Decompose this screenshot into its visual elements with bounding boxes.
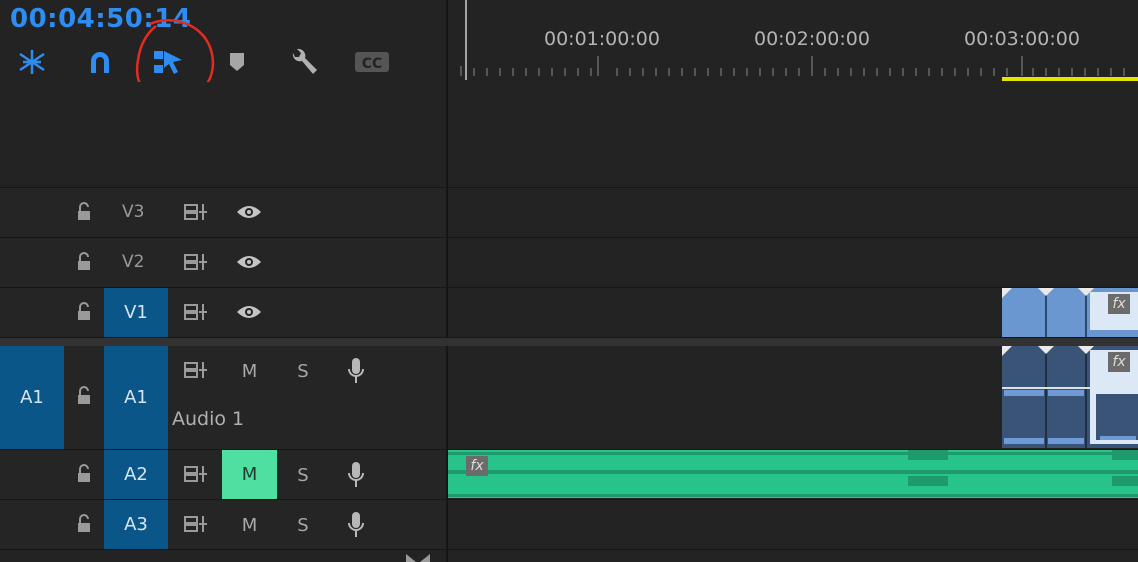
ruler-label-1min: 00:01:00:00 (544, 28, 660, 50)
lock-icon[interactable] (72, 512, 96, 536)
track-lane-v3[interactable] (448, 188, 1138, 238)
microphone-icon[interactable] (344, 510, 368, 540)
track-lane-v2[interactable] (448, 238, 1138, 288)
timeline-settings-button[interactable] (286, 44, 322, 80)
timeline-bottom-area[interactable] (448, 550, 1138, 562)
insert-sequences-as-nests-button[interactable] (14, 44, 50, 80)
lock-icon[interactable] (72, 250, 96, 274)
lock-icon[interactable] (72, 462, 96, 486)
video-clip[interactable]: fx (1002, 288, 1138, 337)
track-header-spacer (0, 82, 446, 188)
snap-button[interactable] (82, 44, 118, 80)
magnet-icon (91, 52, 109, 73)
track-lane-v1[interactable]: fx (448, 288, 1138, 338)
timeline-empty-area[interactable] (448, 82, 1138, 188)
track-name-a1: Audio 1 (172, 408, 245, 430)
track-lane-a2[interactable]: fx (448, 450, 1138, 500)
microphone-icon[interactable] (344, 460, 368, 490)
track-header-a2[interactable]: A2 M S (0, 450, 446, 500)
fx-badge[interactable]: fx (1108, 352, 1130, 372)
audio-clip-a1[interactable]: fx (1002, 346, 1138, 448)
fx-badge[interactable]: fx (1108, 294, 1130, 314)
nest-icon (19, 50, 45, 74)
sync-lock-icon[interactable] (182, 300, 210, 324)
track-header-v3[interactable]: V3 (0, 188, 446, 238)
eye-icon[interactable] (234, 200, 264, 224)
track-header-v2[interactable]: V2 (0, 238, 446, 288)
lock-icon[interactable] (72, 200, 96, 224)
solo-button-a2[interactable]: S (278, 460, 328, 490)
captions-button[interactable]: CC (354, 44, 390, 80)
closed-captions-icon: CC (355, 52, 389, 72)
track-lane-a1[interactable]: fx (448, 346, 1138, 450)
track-header-v1[interactable]: V1 (0, 288, 446, 338)
video-audio-separator[interactable] (0, 338, 1138, 346)
ruler-label-2min: 00:02:00:00 (754, 28, 870, 50)
track-target-a3[interactable]: A3 (104, 500, 168, 549)
track-lane-a3[interactable] (448, 500, 1138, 550)
sync-lock-icon[interactable] (182, 200, 210, 224)
track-target-a2[interactable]: A2 (104, 450, 168, 499)
svg-text:CC: CC (362, 56, 383, 72)
track-header-bottom (0, 550, 446, 562)
microphone-icon[interactable] (344, 356, 368, 386)
mute-button-a3[interactable]: M (222, 510, 277, 540)
mute-button-a1[interactable]: M (222, 356, 277, 386)
lock-icon[interactable] (72, 300, 96, 324)
track-target-v1[interactable]: V1 (104, 288, 168, 337)
marker-icon (230, 53, 244, 71)
track-label-v3[interactable]: V3 (122, 202, 144, 222)
add-marker-button[interactable] (219, 44, 255, 80)
work-area-bar[interactable] (1002, 77, 1138, 81)
lock-icon[interactable] (72, 384, 96, 408)
audio-waveform (448, 450, 1138, 497)
audio-clip-a2[interactable]: fx (448, 450, 1138, 498)
ruler-label-3min: 00:03:00:00 (964, 28, 1080, 50)
track-label-v2[interactable]: V2 (122, 252, 144, 272)
mute-button-a2[interactable]: M (222, 450, 277, 499)
sync-lock-icon[interactable] (182, 462, 210, 486)
track-header-a1[interactable]: A1 A1 M S Audio 1 (0, 346, 446, 450)
collapse-icon[interactable] (404, 552, 432, 562)
sync-lock-icon[interactable] (182, 250, 210, 274)
sync-lock-icon[interactable] (182, 358, 210, 382)
solo-button-a3[interactable]: S (278, 510, 328, 540)
sync-lock-icon[interactable] (182, 512, 210, 536)
solo-button-a1[interactable]: S (278, 356, 328, 386)
source-patch-a1[interactable]: A1 (0, 346, 64, 449)
wrench-icon (292, 48, 317, 74)
track-target-a1[interactable]: A1 (104, 346, 168, 449)
fx-badge[interactable]: fx (466, 456, 488, 476)
eye-icon[interactable] (234, 250, 264, 274)
time-ruler[interactable]: 00:01:00:00 00:02:00:00 00:03:00:00 (448, 0, 1138, 81)
track-header-a3[interactable]: A3 M S (0, 500, 446, 550)
eye-icon[interactable] (234, 300, 264, 324)
